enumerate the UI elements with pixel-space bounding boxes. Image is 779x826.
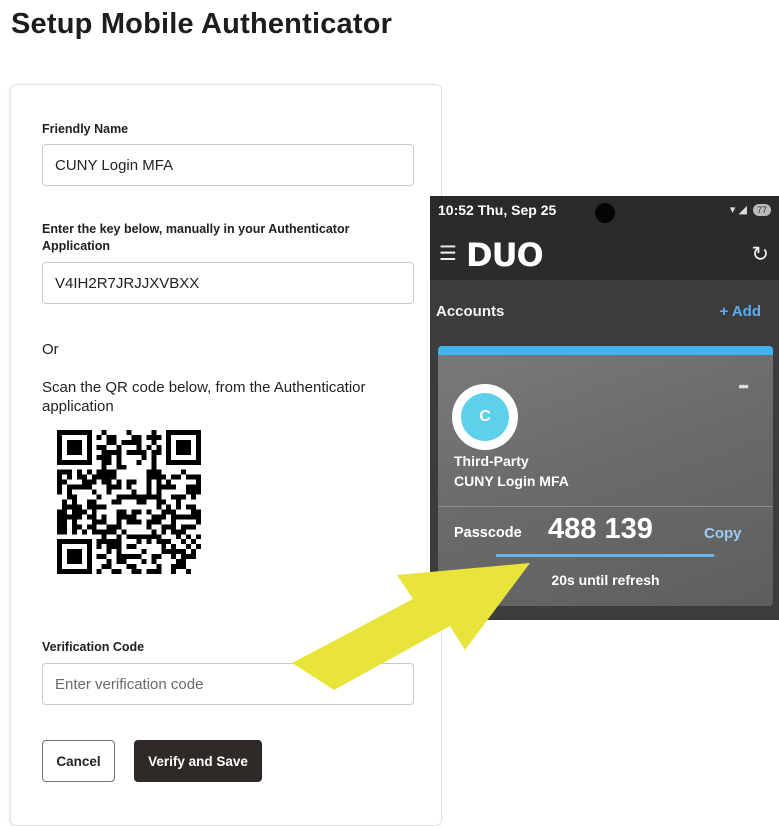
- qr-code-icon: [57, 430, 201, 574]
- add-account-button[interactable]: + Add: [719, 303, 761, 320]
- refresh-timer-bar: [496, 554, 718, 557]
- friendly-name-input[interactable]: [42, 144, 414, 186]
- verify-and-save-button[interactable]: Verify and Save: [134, 740, 262, 782]
- account-card: C ••• Third-Party CUNY Login MFA Passcod…: [438, 346, 773, 606]
- signal-icon: ◢: [738, 204, 747, 216]
- phone-screenshot: 10:52 Thu, Sep 25 ▾ ◢ 77 ☰ DUO ↻ Account…: [430, 196, 779, 620]
- duo-logo: DUO: [466, 236, 544, 274]
- avatar: C: [452, 384, 518, 450]
- wifi-icon: ▾: [729, 204, 736, 216]
- verification-code-input[interactable]: [42, 663, 414, 705]
- passcode-value: 488 139: [548, 513, 653, 545]
- cancel-button[interactable]: Cancel: [42, 740, 115, 782]
- status-icons: ▾ ◢ 77: [729, 203, 771, 217]
- account-name: CUNY Login MFA: [454, 473, 569, 489]
- camera-cutout: [595, 203, 615, 223]
- refresh-countdown: 20s until refresh: [551, 572, 660, 588]
- manual-key-label: Enter the key below, manually in your Au…: [42, 222, 350, 253]
- passcode-label: Passcode: [454, 525, 522, 541]
- copy-passcode-button[interactable]: Copy: [704, 525, 742, 542]
- refresh-icon[interactable]: ↻: [751, 242, 769, 267]
- verification-code-label: Verification Code: [42, 640, 145, 654]
- page-title: Setup Mobile Authenticator: [11, 8, 393, 40]
- account-type: Third-Party: [454, 453, 529, 469]
- account-card-accent: [438, 346, 773, 355]
- duo-app-bar: ☰ DUO ↻: [430, 228, 779, 280]
- status-time: 10:52 Thu, Sep 25: [438, 202, 557, 218]
- refresh-timer-fill: [496, 554, 714, 557]
- manual-key-input[interactable]: [42, 262, 414, 304]
- avatar-letter: C: [461, 393, 509, 441]
- account-divider: [438, 506, 773, 507]
- phone-status-bar: 10:52 Thu, Sep 25 ▾ ◢ 77: [430, 196, 779, 228]
- more-options-icon[interactable]: •••: [738, 378, 749, 394]
- friendly-name-label: Friendly Name: [42, 122, 129, 136]
- scan-instructions: Scan the QR code below, from the Authent…: [42, 379, 366, 415]
- accounts-heading: Accounts: [436, 303, 505, 320]
- hamburger-menu-icon[interactable]: ☰: [439, 244, 457, 264]
- battery-icon: 77: [753, 204, 771, 217]
- or-text: Or: [42, 341, 59, 358]
